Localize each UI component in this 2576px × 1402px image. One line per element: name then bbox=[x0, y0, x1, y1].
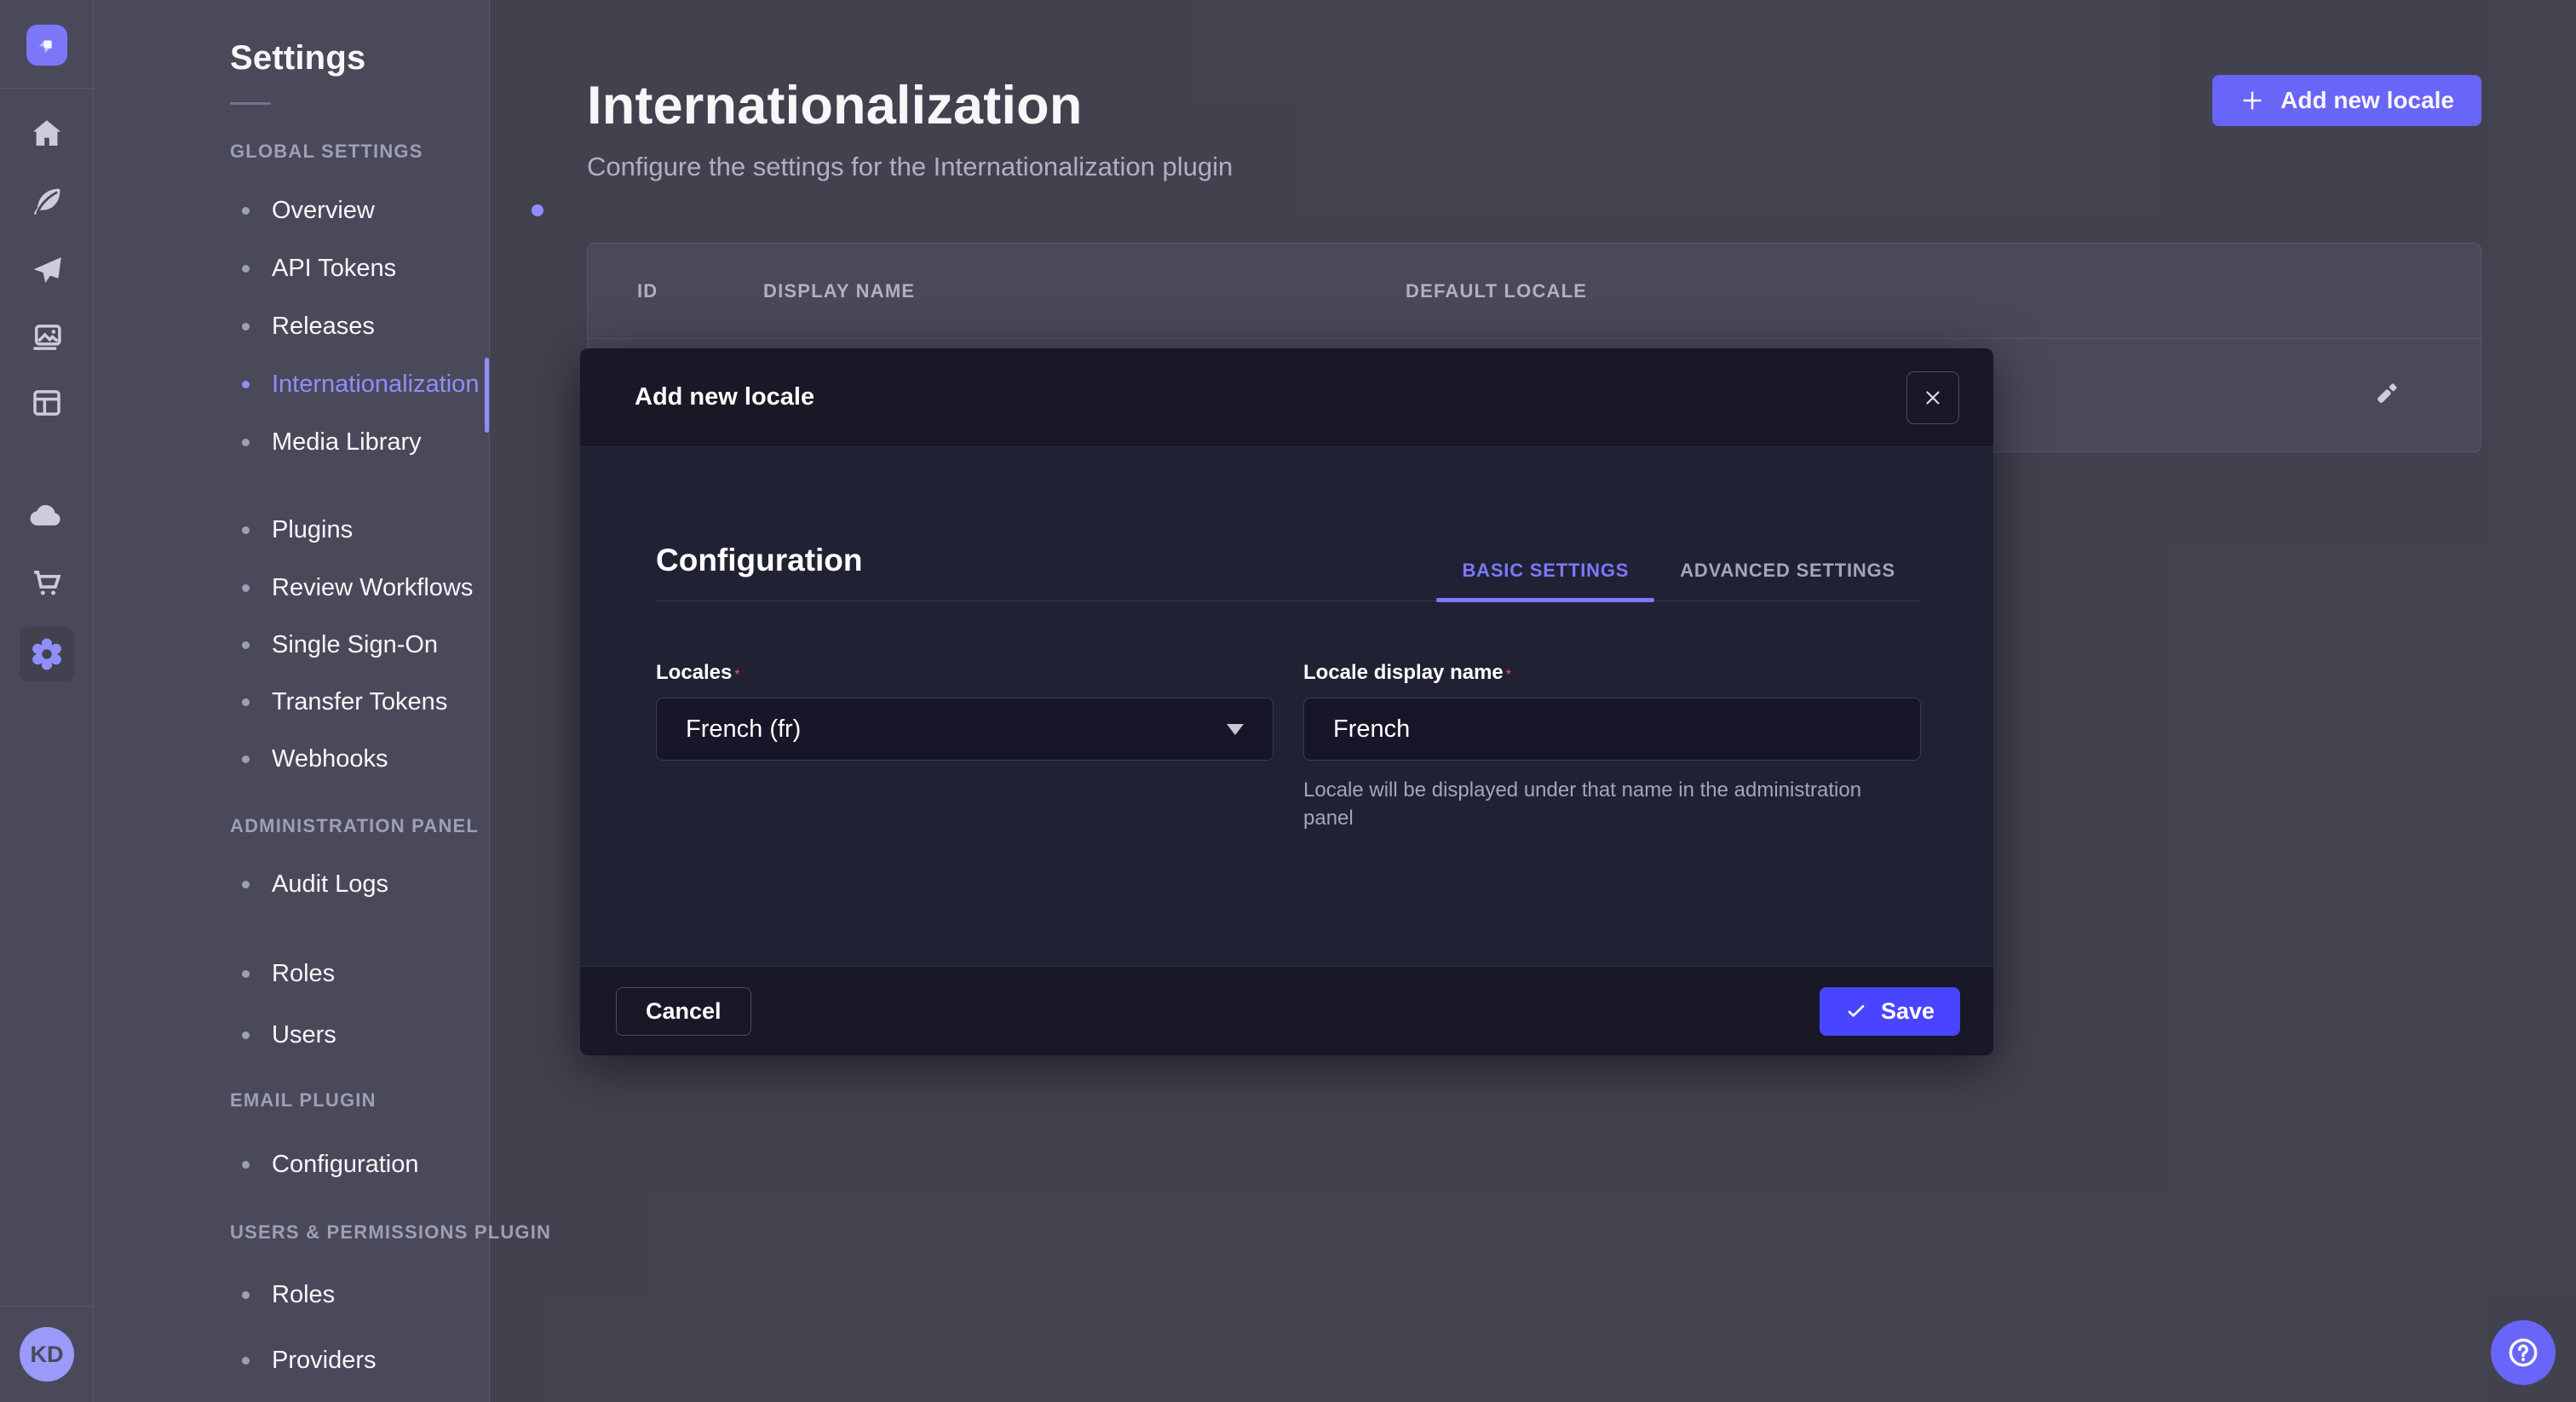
modal-close-button[interactable] bbox=[1906, 371, 1959, 424]
modal-header: Add new locale bbox=[580, 348, 1993, 447]
tab-label: BASIC SETTINGS bbox=[1462, 560, 1629, 582]
app-screen: KD Settings GLOBAL SETTINGS Overview API… bbox=[0, 0, 2576, 1402]
chevron-down-icon bbox=[1227, 724, 1244, 735]
configuration-heading: Configuration bbox=[656, 543, 863, 578]
modal-section-header: Configuration BASIC SETTINGS ADVANCED SE… bbox=[656, 447, 1921, 601]
close-icon bbox=[1923, 388, 1943, 408]
tab-basic-settings[interactable]: BASIC SETTINGS bbox=[1436, 541, 1654, 600]
required-asterisk: * bbox=[734, 668, 739, 682]
required-asterisk: * bbox=[1506, 668, 1511, 682]
modal-footer: Cancel Save bbox=[580, 966, 1993, 1055]
display-name-helper-text: Locale will be displayed under that name… bbox=[1303, 776, 1900, 832]
display-name-input[interactable]: French bbox=[1303, 698, 1921, 761]
locales-select-value: French (fr) bbox=[686, 715, 1227, 744]
save-button[interactable]: Save bbox=[1820, 987, 1960, 1036]
locales-select[interactable]: French (fr) bbox=[656, 698, 1274, 761]
display-name-field: Locale display name* French Locale will … bbox=[1303, 661, 1921, 853]
add-locale-modal: Add new locale Configuration BASIC SETTI… bbox=[580, 348, 1993, 1055]
cancel-button[interactable]: Cancel bbox=[616, 987, 751, 1036]
locales-field: Locales* French (fr) bbox=[656, 661, 1274, 853]
locales-label: Locales bbox=[656, 661, 732, 684]
tab-advanced-settings[interactable]: ADVANCED SETTINGS bbox=[1654, 541, 1921, 600]
modal-title: Add new locale bbox=[635, 383, 814, 411]
display-name-label: Locale display name bbox=[1303, 661, 1504, 684]
tab-label: ADVANCED SETTINGS bbox=[1680, 560, 1895, 582]
display-name-input-value: French bbox=[1333, 715, 1891, 744]
modal-body: Configuration BASIC SETTINGS ADVANCED SE… bbox=[580, 447, 1993, 966]
check-icon bbox=[1845, 1000, 1867, 1022]
save-button-label: Save bbox=[1881, 998, 1935, 1025]
settings-tabs: BASIC SETTINGS ADVANCED SETTINGS bbox=[1436, 541, 1921, 600]
modal-fields: Locales* French (fr) Locale display name… bbox=[656, 661, 1921, 853]
